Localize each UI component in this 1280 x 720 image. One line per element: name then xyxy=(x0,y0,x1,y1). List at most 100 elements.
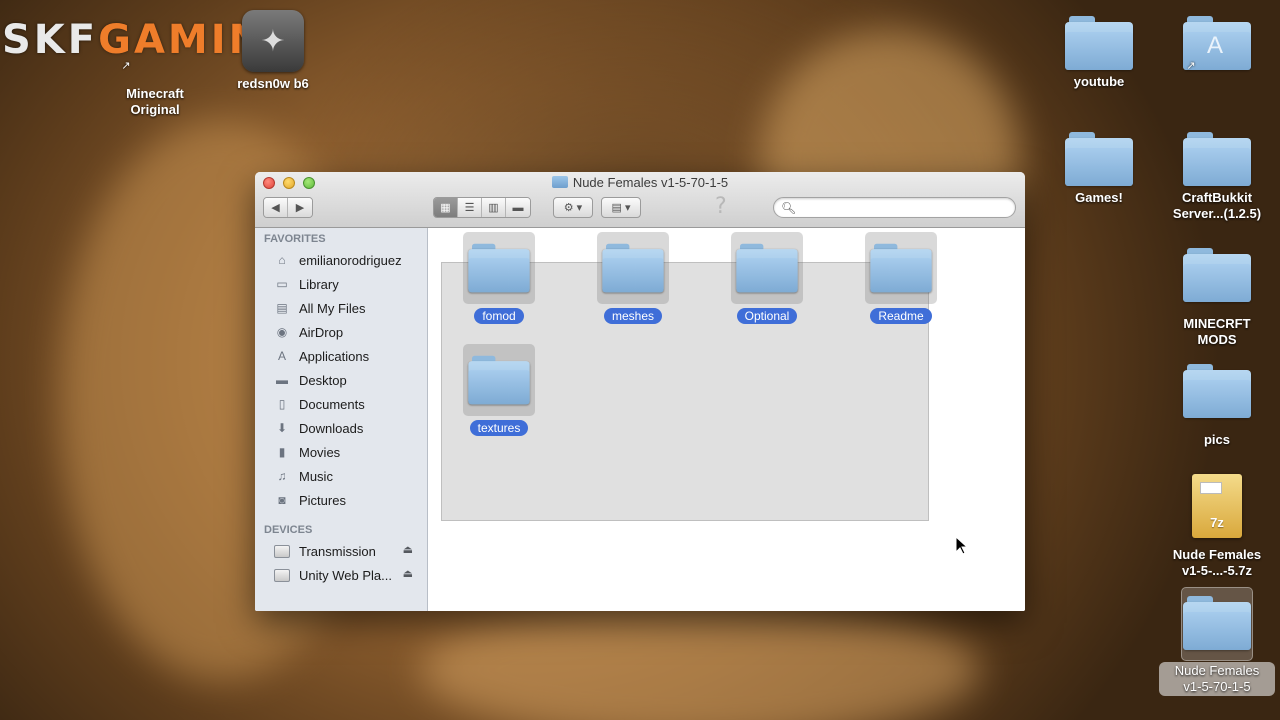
view-mode-control[interactable]: ▦ ☰ ▥ ▬ xyxy=(433,197,531,218)
airdrop-icon: ◉ xyxy=(276,325,288,339)
desktop-icon-label: pics xyxy=(1203,432,1230,447)
desktop-icon-label: MINECRFT MODS xyxy=(1183,316,1251,347)
desktop-icon-pics[interactable]: pics xyxy=(1157,364,1277,448)
folder-item-fomod[interactable]: fomod xyxy=(449,232,549,325)
search-icon: 🔍︎ xyxy=(781,201,797,215)
sidebar-item-unity-web-player[interactable]: Unity Web Pla... ⏏ xyxy=(255,564,427,586)
eject-icon[interactable]: ⏏ xyxy=(403,567,413,580)
sidebar-item-label: Library xyxy=(299,276,339,292)
desktop-icon-games[interactable]: Games! xyxy=(1039,132,1159,206)
sidebar-item-applications[interactable]: A Applications xyxy=(255,345,427,367)
movies-icon: ▮ xyxy=(278,445,286,459)
folder-icon xyxy=(736,243,798,293)
folder-item-meshes[interactable]: meshes xyxy=(583,232,683,325)
pictures-icon: ◙ xyxy=(278,493,286,507)
folder-icon xyxy=(468,355,530,405)
sidebar-item-label: Pictures xyxy=(299,492,346,508)
music-icon: ♫ xyxy=(277,469,287,483)
sidebar-item-airdrop[interactable]: ◉ AirDrop xyxy=(255,321,427,343)
sidebar-item-home[interactable]: ⌂ emilianorodriguez xyxy=(255,249,427,271)
help-icon[interactable]: ? xyxy=(715,194,727,219)
sidebar-item-documents[interactable]: ▯ Documents xyxy=(255,393,427,415)
sidebar-item-downloads[interactable]: ⬇ Downloads xyxy=(255,417,427,439)
applications-folder-icon: A ↗ xyxy=(1183,16,1251,72)
pineapple-icon: ✦ xyxy=(242,10,304,72)
desktop-icon-redsn0w[interactable]: ✦ redsn0w b6 xyxy=(213,10,333,92)
sidebar-item-pictures[interactable]: ◙ Pictures xyxy=(255,489,427,511)
sidebar-header-devices: DEVICES xyxy=(264,524,313,536)
desktop-icon-label: Nude Females v1-5-70-1-5 xyxy=(1159,662,1275,696)
sidebar-item-label: All My Files xyxy=(299,300,366,316)
forward-button[interactable]: ▶ xyxy=(288,198,312,217)
sidebar-item-label: Movies xyxy=(299,444,341,460)
archive-7z-icon: 7z xyxy=(1192,474,1242,538)
desktop-icon-label: youtube xyxy=(1073,74,1125,89)
drive-icon xyxy=(273,543,291,559)
sidebar-item-label: AirDrop xyxy=(299,324,344,340)
sidebar-item-label: Applications xyxy=(299,348,370,364)
mouse-cursor-icon xyxy=(955,536,969,555)
desktop-icon-extracted-folder[interactable]: Nude Females v1-5-70-1-5 xyxy=(1157,596,1277,696)
action-menu-button[interactable]: ⚙ ▾ xyxy=(553,197,593,218)
sidebar-item-movies[interactable]: ▮ Movies xyxy=(255,441,427,463)
coverflow-view-button[interactable]: ▬ xyxy=(506,198,530,217)
documents-icon: ▯ xyxy=(278,397,286,411)
desktop-icon-craftbukkit[interactable]: CraftBukkit Server...(1.2.5) xyxy=(1157,132,1277,222)
desktop-icon-label: redsn0w b6 xyxy=(237,76,309,91)
applications-icon: A xyxy=(277,349,286,363)
desktop-icon-youtube[interactable]: youtube xyxy=(1039,16,1159,90)
home-icon: ⌂ xyxy=(278,253,286,267)
folder-label: Optional xyxy=(736,308,798,324)
watermark-left: SKF xyxy=(2,17,99,63)
desktop-icon-label: Nude Females v1-5-...-5.7z xyxy=(1172,547,1262,578)
sidebar-item-transmission[interactable]: Transmission ⏏ xyxy=(255,540,427,562)
desktop-icon-minecraft[interactable]: ↗ Minecraft Original xyxy=(95,30,215,118)
column-view-button[interactable]: ▥ xyxy=(482,198,506,217)
sidebar-item-library[interactable]: ▭ Library xyxy=(255,273,427,295)
finder-window[interactable]: Nude Females v1-5-70-1-5 ◀ ▶ ▦ ☰ ▥ ▬ ⚙ ▾… xyxy=(255,172,1025,611)
app-store-icon: A xyxy=(1207,32,1224,59)
folder-item-optional[interactable]: Optional xyxy=(717,232,817,325)
folder-icon: ▭ xyxy=(276,277,288,291)
background-fur xyxy=(420,600,980,720)
sidebar-item-label: Documents xyxy=(299,396,365,412)
finder-content[interactable]: fomod meshes Optional Readme textures xyxy=(428,228,1025,611)
folder-icon xyxy=(1065,132,1133,186)
sidebar-item-label: emilianorodriguez xyxy=(299,252,402,268)
sidebar-item-desktop[interactable]: ▬ Desktop xyxy=(255,369,427,391)
window-titlebar[interactable]: Nude Females v1-5-70-1-5 ◀ ▶ ▦ ☰ ▥ ▬ ⚙ ▾… xyxy=(255,172,1025,228)
back-button[interactable]: ◀ xyxy=(264,198,288,217)
drive-icon xyxy=(273,567,291,583)
folder-item-readme[interactable]: Readme xyxy=(851,232,951,325)
desktop-icon: ▬ xyxy=(276,373,288,387)
sidebar-item-label: Downloads xyxy=(299,420,364,436)
alias-arrow-icon: ↗ xyxy=(1186,60,1196,72)
search-input[interactable]: 🔍︎ xyxy=(773,197,1016,218)
sidebar-item-label: Transmission xyxy=(299,543,376,559)
folder-label: meshes xyxy=(603,308,663,324)
desktop-icon-minecrft-mods[interactable]: MINECRFT MODS xyxy=(1157,248,1277,348)
desktop-icon-applications-alias[interactable]: A ↗ xyxy=(1157,16,1277,72)
alias-arrow-icon: ↗ xyxy=(121,60,131,72)
gear-icon: ⚙ ▾ xyxy=(563,202,583,214)
sidebar-item-label: Desktop xyxy=(299,372,347,388)
folder-icon xyxy=(1183,596,1251,650)
folder-label: textures xyxy=(469,420,529,436)
desktop-icon-7z-archive[interactable]: 7z Nude Females v1-5-...-5.7z xyxy=(1157,474,1277,579)
sidebar-item-music[interactable]: ♫ Music xyxy=(255,465,427,487)
sidebar-header-favorites: FAVORITES xyxy=(264,233,326,245)
folder-label: Readme xyxy=(870,308,932,324)
sidebar-item-label: Unity Web Pla... xyxy=(299,567,392,583)
back-forward-control[interactable]: ◀ ▶ xyxy=(263,197,313,218)
sidebar-item-label: Music xyxy=(299,468,333,484)
eject-icon[interactable]: ⏏ xyxy=(403,543,413,556)
folder-item-textures[interactable]: textures xyxy=(449,344,549,437)
folder-icon xyxy=(870,243,932,293)
downloads-icon: ⬇ xyxy=(276,421,288,435)
sidebar-item-all-my-files[interactable]: ▤ All My Files xyxy=(255,297,427,319)
list-view-button[interactable]: ☰ xyxy=(458,198,482,217)
arrange-icon: ▤ ▾ xyxy=(611,202,631,214)
icon-view-button[interactable]: ▦ xyxy=(434,198,458,217)
folder-icon xyxy=(551,176,568,188)
arrange-menu-button[interactable]: ▤ ▾ xyxy=(601,197,641,218)
